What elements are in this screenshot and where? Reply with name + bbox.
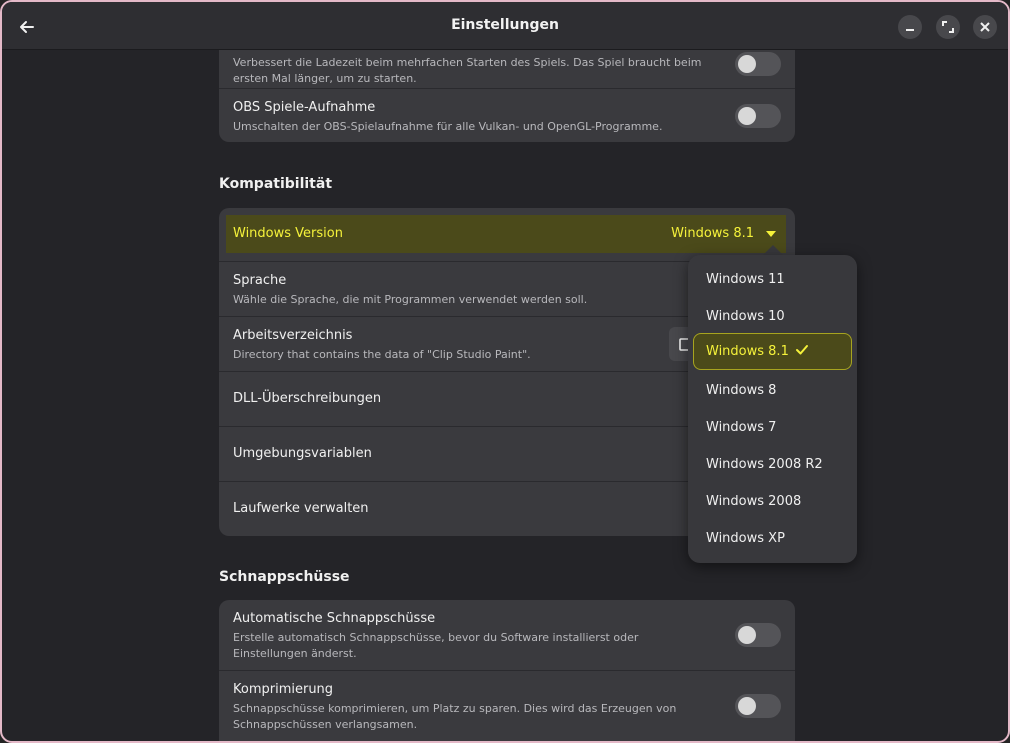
version-option[interactable]: Windows XP	[693, 520, 852, 557]
version-option[interactable]: Windows 7	[693, 409, 852, 446]
window-title: Einstellungen	[451, 17, 559, 33]
row-title: Automatische Schnappschüsse	[233, 611, 436, 626]
row-subtitle: Umschalten der OBS-Spielaufnahme für all…	[233, 120, 663, 133]
obs-capture-toggle[interactable]	[735, 104, 781, 128]
option-label: Windows 8	[706, 383, 777, 398]
settings-content: Verbessert die Ladezeit beim mehrfachen …	[2, 50, 1008, 741]
settings-row: Verbessert die Ladezeit beim mehrfachen …	[219, 50, 795, 88]
auto-snapshots-row: Automatische Schnappschüsse Erstelle aut…	[219, 600, 795, 670]
option-label: Windows 8.1	[706, 344, 789, 359]
toggle-knob	[738, 697, 756, 715]
performance-card: Verbessert die Ladezeit beim mehrfachen …	[219, 50, 795, 142]
version-option[interactable]: Windows 11	[693, 261, 852, 298]
windows-version-highlight: Windows Version Windows 8.1	[226, 215, 786, 253]
row-title: Laufwerke verwalten	[233, 501, 369, 516]
toggle-switch[interactable]	[735, 52, 781, 76]
snapshots-card: Automatische Schnappschüsse Erstelle aut…	[219, 600, 795, 741]
option-label: Windows 2008	[706, 494, 802, 509]
auto-snapshots-toggle[interactable]	[735, 623, 781, 647]
toggle-knob	[738, 55, 756, 73]
version-option-selected[interactable]: Windows 8.1	[693, 333, 852, 370]
windows-version-popover: Windows 11 Windows 10 Windows 8.1 Window…	[688, 255, 857, 563]
maximize-icon	[942, 21, 954, 33]
minimize-button[interactable]	[898, 15, 922, 39]
compression-toggle[interactable]	[735, 694, 781, 718]
snapshots-heading: Schnappschüsse	[219, 569, 350, 585]
row-subtitle: Verbessert die Ladezeit beim mehrfachen …	[233, 56, 702, 85]
obs-capture-row: OBS Spiele-Aufnahme Umschalten der OBS-S…	[219, 88, 795, 142]
windows-version-value: Windows 8.1	[671, 226, 754, 241]
maximize-button[interactable]	[936, 15, 960, 39]
version-option[interactable]: Windows 2008	[693, 483, 852, 520]
row-title: Sprache	[233, 273, 287, 288]
compatibility-heading: Kompatibilität	[219, 176, 333, 192]
version-option[interactable]: Windows 10	[693, 298, 852, 335]
row-title: Umgebungsvariablen	[233, 446, 372, 461]
option-label: Windows 11	[706, 272, 785, 287]
header-bar: Einstellungen	[2, 2, 1008, 50]
row-title: Komprimierung	[233, 682, 334, 697]
option-label: Windows XP	[706, 531, 785, 546]
row-subtitle: Schnappschüsse komprimieren, um Platz zu…	[233, 702, 677, 731]
dropdown-arrow-icon	[766, 231, 776, 237]
option-label: Windows 10	[706, 309, 785, 324]
close-icon	[980, 22, 990, 32]
row-subtitle: Directory that contains the data of "Cli…	[233, 348, 531, 361]
settings-window: Einstellungen Verbessert die Ladezeit be…	[0, 0, 1010, 743]
windows-version-label: Windows Version	[233, 226, 343, 241]
close-button[interactable]	[973, 15, 997, 39]
row-title: Arbeitsverzeichnis	[233, 328, 353, 343]
checkmark-icon	[796, 345, 808, 355]
row-title: OBS Spiele-Aufnahme	[233, 100, 376, 115]
option-label: Windows 2008 R2	[706, 457, 823, 472]
compression-row: Komprimierung Schnappschüsse komprimiere…	[219, 670, 795, 741]
row-subtitle: Erstelle automatisch Schnappschüsse, bev…	[233, 631, 639, 660]
row-subtitle: Wähle die Sprache, die mit Programmen ve…	[233, 293, 588, 306]
toggle-knob	[738, 626, 756, 644]
row-title: DLL-Überschreibungen	[233, 391, 382, 406]
version-option[interactable]: Windows 8	[693, 372, 852, 409]
option-label: Windows 7	[706, 420, 777, 435]
version-option[interactable]: Windows 2008 R2	[693, 446, 852, 483]
toggle-knob	[738, 107, 756, 125]
windows-version-row[interactable]: Windows Version Windows 8.1	[219, 208, 795, 261]
minimize-icon	[906, 29, 914, 31]
